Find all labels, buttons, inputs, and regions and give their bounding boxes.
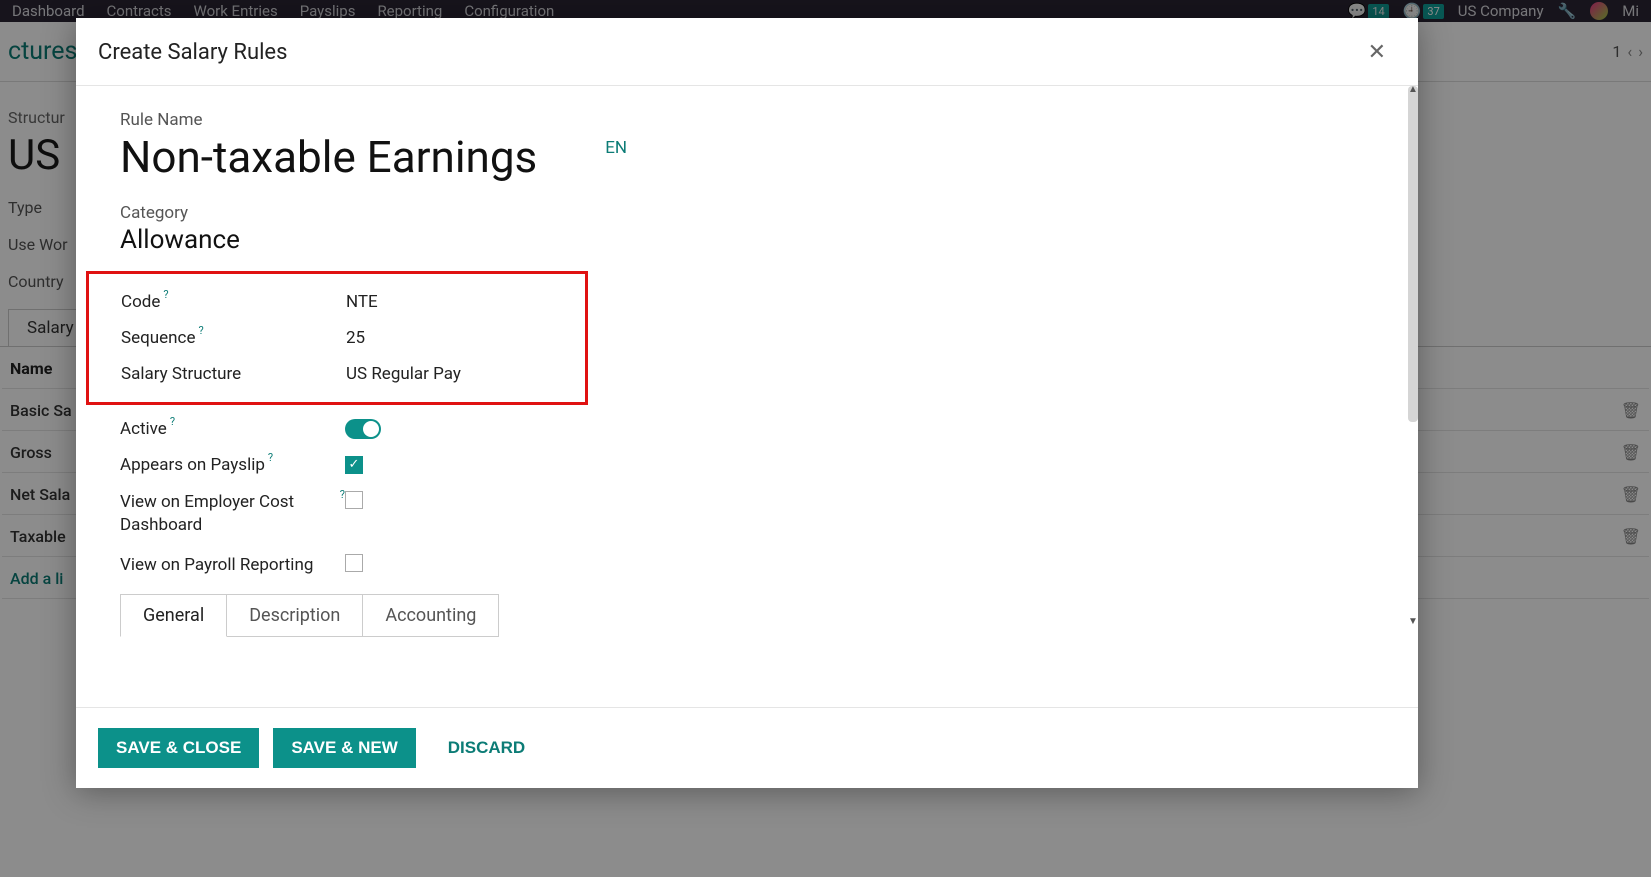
help-icon[interactable]: ? (340, 487, 345, 502)
scroll-down-icon[interactable]: ▼ (1406, 615, 1418, 629)
help-icon[interactable]: ? (268, 451, 273, 464)
code-label: Code (121, 292, 160, 312)
code-input[interactable]: NTE (346, 292, 378, 312)
payroll-reporting-label: View on Payroll Reporting (120, 554, 313, 578)
appears-on-payslip-label: Appears on Payslip (120, 455, 265, 475)
language-tag[interactable]: EN (605, 138, 627, 158)
appears-on-payslip-checkbox[interactable]: ✓ (345, 456, 363, 474)
highlighted-fields: Code? NTE Sequence? 25 Salary Structure … (86, 271, 588, 405)
category-label: Category (120, 203, 1374, 223)
rule-name-label: Rule Name (120, 110, 1374, 130)
sequence-input[interactable]: 25 (346, 328, 365, 348)
rule-name-input[interactable]: Non-taxable Earnings (120, 131, 537, 183)
help-icon[interactable]: ? (198, 324, 203, 337)
employer-cost-checkbox[interactable] (345, 491, 363, 509)
salary-structure-label: Salary Structure (121, 364, 241, 384)
category-input[interactable]: Allowance (120, 225, 1374, 255)
active-label: Active (120, 419, 167, 439)
scrollbar[interactable] (1408, 86, 1418, 422)
payroll-reporting-checkbox[interactable] (345, 554, 363, 572)
salary-structure-input[interactable]: US Regular Pay (346, 364, 461, 384)
dialog-title: Create Salary Rules (98, 40, 287, 65)
employer-cost-label: View on Employer Cost Dashboard (120, 491, 337, 539)
tab-accounting[interactable]: Accounting (363, 594, 499, 637)
dialog-header: Create Salary Rules ✕ (76, 18, 1418, 86)
scroll-up-icon[interactable]: ▲ (1406, 86, 1418, 97)
tab-general[interactable]: General (120, 594, 227, 637)
help-icon[interactable]: ? (170, 415, 175, 428)
dialog-footer: SAVE & CLOSE SAVE & NEW DISCARD (76, 707, 1418, 788)
save-and-new-button[interactable]: SAVE & NEW (273, 728, 415, 768)
create-salary-rule-dialog: Create Salary Rules ✕ ▲ ▼ Rule Name Non-… (76, 18, 1418, 788)
tab-description[interactable]: Description (227, 594, 363, 637)
save-and-close-button[interactable]: SAVE & CLOSE (98, 728, 259, 768)
close-icon[interactable]: ✕ (1362, 36, 1392, 69)
dialog-body: ▲ ▼ Rule Name Non-taxable Earnings EN Ca… (76, 86, 1418, 707)
active-toggle[interactable] (345, 419, 381, 439)
detail-tabs: General Description Accounting (120, 594, 1374, 637)
discard-button[interactable]: DISCARD (430, 728, 543, 768)
help-icon[interactable]: ? (163, 288, 168, 301)
sequence-label: Sequence (121, 328, 195, 348)
